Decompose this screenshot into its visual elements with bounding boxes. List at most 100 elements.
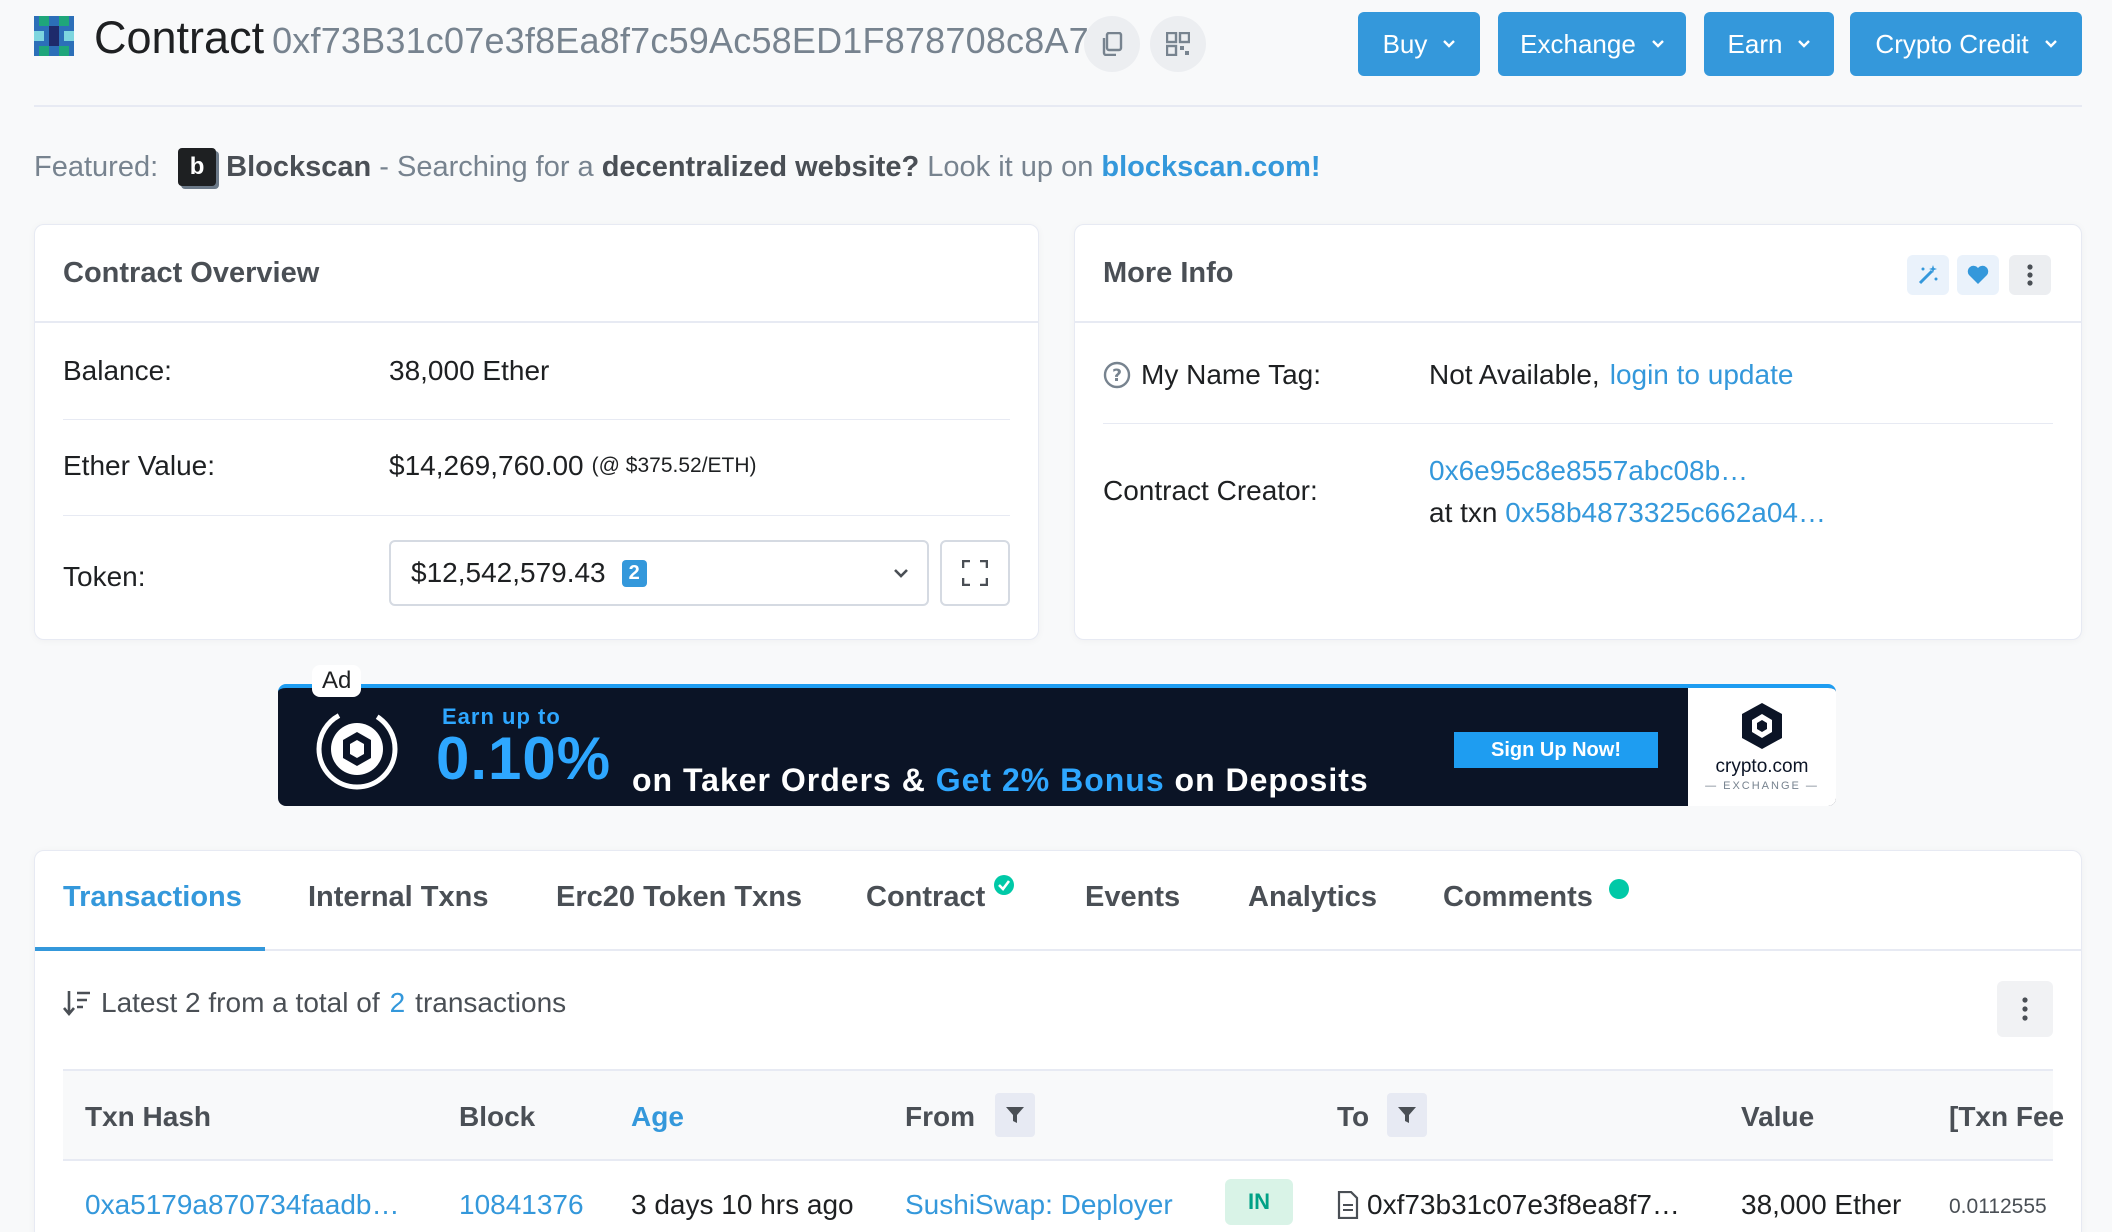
creator-txn-line: at txn 0x58b4873325c662a04… xyxy=(1429,497,1826,529)
crypto-credit-label: Crypto Credit xyxy=(1875,28,2029,59)
blockscan-link[interactable]: blockscan.com! xyxy=(1101,151,1320,184)
contract-avatar-icon xyxy=(34,16,74,56)
crypto-com-logo-icon xyxy=(1742,703,1782,749)
new-comments-dot xyxy=(1609,879,1629,899)
sort-icon xyxy=(63,991,90,1017)
col-value: Value xyxy=(1741,1101,1815,1132)
featured-prefix: Featured: xyxy=(34,150,159,183)
tab-comments-label: Comments xyxy=(1443,881,1593,913)
txn-fee: 0.0112555 xyxy=(1949,1195,2047,1218)
ad-label: Ad xyxy=(312,665,362,697)
featured-banner: Featured: b Blockscan - Searching for a … xyxy=(34,148,1321,186)
edit-tag-button[interactable] xyxy=(1907,255,1949,295)
expand-token-view-button[interactable] xyxy=(940,540,1010,606)
ad-percent: 0.10% xyxy=(436,725,612,792)
featured-text-2: Look it up on xyxy=(919,150,1102,183)
transactions-summary: Latest 2 from a total of 2 transactions xyxy=(63,987,566,1019)
name-tag-value: Not Available, xyxy=(1429,359,1600,390)
kebab-menu-icon xyxy=(2022,997,2028,1021)
balance-value: 38,000 Ether xyxy=(389,355,550,386)
balance-label: Balance: xyxy=(63,355,172,386)
txn-value: 38,000 Ether xyxy=(1741,1189,1902,1220)
page-title: Contract 0xf73B31c07e3f8Ea8f7c59Ac58ED1F8… xyxy=(94,12,1109,64)
token-holdings-dropdown[interactable]: $12,542,579.43 2 xyxy=(389,540,929,606)
earn-button[interactable]: Earn xyxy=(1704,12,1834,76)
to-address: 0xf73b31c07e3f8ea8f7… xyxy=(1367,1189,1680,1220)
featured-bold-text: decentralized website? xyxy=(601,150,920,183)
block-link[interactable]: 10841376 xyxy=(459,1189,584,1221)
crypto-com-ad-banner[interactable]: Earn up to 0.10% on Taker Orders & Get 2… xyxy=(278,684,1836,806)
creator-address-link[interactable]: 0x6e95c8e8557abc08b… xyxy=(1429,455,1748,487)
verified-check-icon xyxy=(994,875,1014,895)
contract-overview-title: Contract Overview xyxy=(35,225,1038,323)
balance-row: Balance: 38,000 Ether xyxy=(63,355,1010,387)
tab-contract-label: Contract xyxy=(866,881,986,913)
copy-address-button[interactable] xyxy=(1084,16,1140,72)
col-txn-fee[interactable]: [Txn Fee xyxy=(1949,1101,2064,1133)
divider xyxy=(63,515,1010,516)
summary-count[interactable]: 2 xyxy=(390,987,406,1019)
filter-icon xyxy=(1006,1107,1024,1123)
ad-text-b: on Deposits xyxy=(1164,762,1369,798)
svg-text:?: ? xyxy=(1112,366,1122,386)
question-circle-icon[interactable]: ? xyxy=(1103,361,1131,389)
favorite-button[interactable] xyxy=(1957,255,1999,295)
qr-code-button[interactable] xyxy=(1150,16,1206,72)
from-filter-button[interactable] xyxy=(995,1093,1035,1137)
txn-age: 3 days 10 hrs ago xyxy=(631,1189,854,1220)
tab-internal-txns[interactable]: Internal Txns xyxy=(308,881,489,914)
contract-overview-card: Contract Overview Balance: 38,000 Ether … xyxy=(34,224,1039,640)
contract-file-icon xyxy=(1337,1191,1359,1219)
contract-creator-label: Contract Creator: xyxy=(1103,475,1318,506)
qr-code-icon xyxy=(1166,32,1190,56)
ether-value: $14,269,760.00 xyxy=(389,450,584,481)
chevron-down-icon xyxy=(894,569,908,578)
tab-contract[interactable]: Contract xyxy=(866,875,1014,914)
buy-label: Buy xyxy=(1382,28,1428,59)
tab-erc20-token-txns[interactable]: Erc20 Token Txns xyxy=(556,881,802,914)
ether-value-row: Ether Value: $14,269,760.00 (@ $375.52/E… xyxy=(63,450,1010,482)
transactions-card: Transactions Internal Txns Erc20 Token T… xyxy=(34,850,2082,1232)
featured-brand: Blockscan xyxy=(226,150,372,183)
ether-price: (@ $375.52/ETH) xyxy=(591,454,757,477)
contract-address: 0xf73B31c07e3f8Ea8f7c59Ac58ED1F878708c8A… xyxy=(272,20,1110,61)
col-age[interactable]: Age xyxy=(631,1101,684,1133)
col-block: Block xyxy=(459,1101,536,1132)
divider xyxy=(63,419,1010,420)
more-options-button[interactable] xyxy=(2009,255,2051,295)
ad-brand-block: crypto.com — EXCHANGE — xyxy=(1688,688,1836,806)
from-address-link[interactable]: SushiSwap: Deployer xyxy=(905,1189,1173,1221)
crypto-credit-button[interactable]: Crypto Credit xyxy=(1850,12,2082,76)
table-row: 0xa5179a870734faadb… 10841376 3 days 10 … xyxy=(63,1163,2053,1232)
login-to-update-link[interactable]: login to update xyxy=(1610,359,1794,391)
name-tag-label-wrap: ? My Name Tag: xyxy=(1103,359,1429,391)
creator-txn-prefix: at txn xyxy=(1429,497,1498,528)
magic-wand-icon xyxy=(1918,265,1938,285)
tab-transactions[interactable]: Transactions xyxy=(63,881,242,914)
table-options-button[interactable] xyxy=(1997,981,2053,1037)
earn-label: Earn xyxy=(1727,28,1783,59)
ether-value-label: Ether Value: xyxy=(63,450,216,481)
name-tag-label: My Name Tag: xyxy=(1141,359,1321,390)
summary-text-b: transactions xyxy=(415,987,567,1018)
direction-badge: IN xyxy=(1225,1179,1293,1225)
active-tab-indicator xyxy=(35,947,265,951)
ad-brand-name: crypto.com xyxy=(1715,756,1809,777)
to-filter-button[interactable] xyxy=(1387,1093,1427,1137)
ad-sign-up-button[interactable]: Sign Up Now! xyxy=(1454,732,1658,768)
name-tag-row: ? My Name Tag: Not Available, login to u… xyxy=(1103,359,2053,391)
exchange-button[interactable]: Exchange xyxy=(1498,12,1686,76)
txn-hash-link[interactable]: 0xa5179a870734faadb… xyxy=(85,1189,400,1221)
tab-events[interactable]: Events xyxy=(1085,881,1180,914)
buy-button[interactable]: Buy xyxy=(1358,12,1480,76)
tab-analytics[interactable]: Analytics xyxy=(1248,881,1377,914)
col-txn-hash: Txn Hash xyxy=(85,1101,212,1132)
col-from: From xyxy=(905,1101,975,1132)
creator-txn-link[interactable]: 0x58b4873325c662a04… xyxy=(1505,497,1826,528)
blockscan-logo-icon: b xyxy=(178,148,217,186)
ad-text-a: on Taker Orders & xyxy=(632,762,936,798)
chevron-down-icon xyxy=(1798,40,1811,48)
page-header: Contract 0xf73B31c07e3f8Ea8f7c59Ac58ED1F8… xyxy=(34,0,2082,107)
tab-comments[interactable]: Comments xyxy=(1443,879,1629,914)
token-value: $12,542,579.43 xyxy=(411,557,606,588)
